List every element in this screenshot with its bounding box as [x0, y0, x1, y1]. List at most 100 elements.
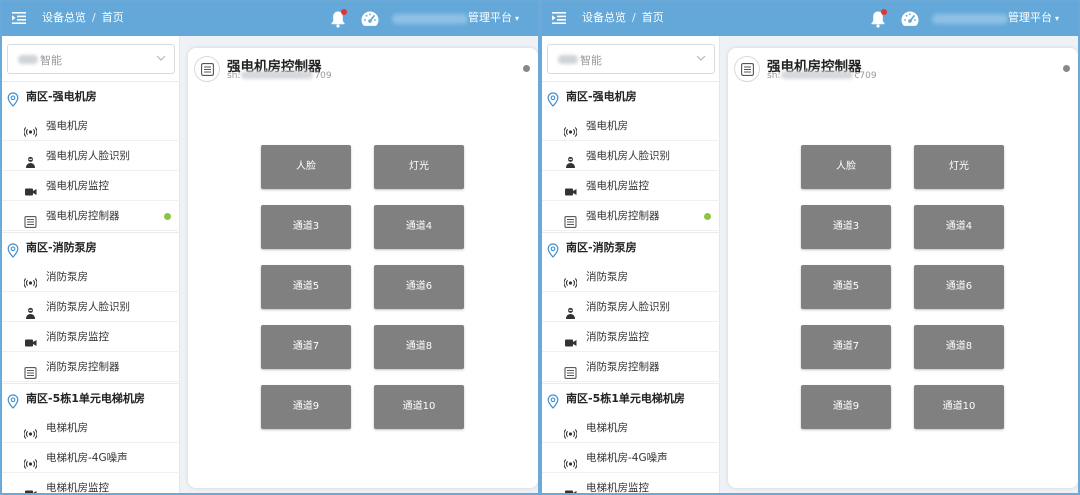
- platform-menu[interactable]: 管理平台 ▾: [468, 11, 519, 26]
- sidebar-item-label: 电梯机房: [46, 422, 88, 434]
- channel-button[interactable]: 通道6: [914, 265, 1004, 309]
- sidebar-item[interactable]: 电梯机房: [542, 413, 720, 443]
- platform-label: 管理平台: [1008, 11, 1052, 24]
- channel-button[interactable]: 灯光: [914, 145, 1004, 189]
- channel-button[interactable]: 人脸: [801, 145, 891, 189]
- sidebar-item[interactable]: 消防泵房人脸识别: [542, 292, 720, 322]
- channel-button[interactable]: 通道5: [801, 265, 891, 309]
- breadcrumb-home[interactable]: 设备总览: [582, 11, 626, 24]
- channel-button[interactable]: 通道10: [914, 385, 1004, 429]
- username-redacted: [932, 14, 1008, 24]
- sidebar-item[interactable]: 消防泵房: [2, 262, 180, 292]
- sidebar-item[interactable]: 强电机房人脸识别: [2, 141, 180, 171]
- sidebar-group-title[interactable]: 南区-5栋1单元电梯机房: [542, 383, 720, 413]
- channel-button[interactable]: 通道8: [374, 325, 464, 369]
- menu-fold-icon[interactable]: [552, 11, 566, 25]
- broadcast-icon: [563, 452, 578, 469]
- location-pin-icon: [547, 89, 559, 107]
- sidebar-item-label: 强电机房控制器: [586, 210, 660, 222]
- channel-button[interactable]: 通道9: [261, 385, 351, 429]
- top-bar: 设备总览 / 首页 管理平台 ▾: [2, 2, 538, 36]
- broadcast-icon: [563, 271, 578, 288]
- channel-button[interactable]: 通道7: [261, 325, 351, 369]
- sidebar-group-title[interactable]: 南区-消防泵房: [2, 232, 180, 262]
- sidebar-item[interactable]: 消防泵房控制器: [542, 352, 720, 382]
- camera-icon: [564, 482, 577, 493]
- sidebar-group-label: 南区-强电机房: [566, 90, 637, 103]
- sidebar-item-label: 强电机房控制器: [46, 210, 120, 222]
- channel-button[interactable]: 灯光: [374, 145, 464, 189]
- camera-icon: [24, 482, 37, 493]
- sidebar-item[interactable]: 消防泵房人脸识别: [2, 292, 180, 322]
- sidebar-item-label: 消防泵房人脸识别: [586, 301, 670, 313]
- channel-button[interactable]: 通道10: [374, 385, 464, 429]
- sidebar-group-title[interactable]: 南区-强电机房: [542, 81, 720, 111]
- channel-button[interactable]: 通道7: [801, 325, 891, 369]
- channel-button[interactable]: 通道4: [374, 205, 464, 249]
- platform-menu[interactable]: 管理平台 ▾: [1008, 11, 1059, 26]
- notification-button[interactable]: [870, 9, 887, 28]
- channel-button[interactable]: 通道8: [914, 325, 1004, 369]
- sidebar-item[interactable]: 消防泵房: [542, 262, 720, 292]
- channel-button[interactable]: 通道9: [801, 385, 891, 429]
- sidebar-item-label: 消防泵房控制器: [46, 361, 120, 373]
- sn-prefix: sn:: [767, 71, 781, 81]
- platform-label: 管理平台: [468, 11, 512, 24]
- chevron-down-icon: [156, 55, 166, 61]
- sidebar-item[interactable]: 强电机房: [2, 111, 180, 141]
- username-redacted: [392, 14, 468, 24]
- sidebar-item-label: 电梯机房监控: [46, 482, 109, 494]
- breadcrumb-home[interactable]: 设备总览: [42, 11, 86, 24]
- sidebar-item[interactable]: 电梯机房: [2, 413, 180, 443]
- face-recognition-icon: [24, 301, 37, 319]
- dashboard-gauge-icon[interactable]: [360, 10, 380, 28]
- channel-button[interactable]: 通道6: [374, 265, 464, 309]
- project-selector[interactable]: 智能: [7, 44, 175, 74]
- sidebar-item[interactable]: 电梯机房监控: [542, 473, 720, 493]
- sidebar-item[interactable]: 强电机房监控: [2, 171, 180, 201]
- breadcrumb-current[interactable]: 首页: [642, 11, 664, 24]
- screen-left: 设备总览 / 首页 管理平台 ▾ 智能 南区-强电机房 强电机房 强电机房人脸识…: [0, 0, 540, 495]
- caret-down-icon: ▾: [1055, 14, 1060, 23]
- selector-redacted: [558, 55, 578, 64]
- sidebar-item[interactable]: 强电机房: [542, 111, 720, 141]
- notification-button[interactable]: [330, 9, 347, 28]
- sidebar-item[interactable]: 消防泵房监控: [2, 322, 180, 352]
- sidebar-item-label: 强电机房监控: [46, 180, 109, 192]
- sidebar-item[interactable]: 电梯机房-4G噪声: [2, 443, 180, 473]
- breadcrumb-separator: /: [632, 11, 636, 24]
- broadcast-icon: [23, 120, 38, 137]
- sidebar-item[interactable]: 强电机房人脸识别: [542, 141, 720, 171]
- channel-button[interactable]: 通道5: [261, 265, 351, 309]
- sidebar-item[interactable]: 消防泵房监控: [542, 322, 720, 352]
- face-recognition-icon: [564, 150, 577, 168]
- sidebar-item-label: 强电机房人脸识别: [46, 150, 130, 162]
- project-selector[interactable]: 智能: [547, 44, 715, 74]
- sidebar-item-label: 电梯机房: [586, 422, 628, 434]
- sidebar-item[interactable]: 强电机房控制器: [542, 201, 720, 231]
- sn-prefix: sn:: [227, 71, 241, 81]
- sidebar-item[interactable]: 强电机房控制器: [2, 201, 180, 231]
- sidebar-item-label: 强电机房: [46, 120, 88, 132]
- sidebar-group-title[interactable]: 南区-5栋1单元电梯机房: [2, 383, 180, 413]
- breadcrumb: 设备总览 / 首页: [582, 11, 664, 25]
- sidebar-item-label: 消防泵房监控: [586, 331, 649, 343]
- sidebar-item[interactable]: 电梯机房-4G噪声: [542, 443, 720, 473]
- menu-fold-icon[interactable]: [12, 11, 26, 25]
- breadcrumb: 设备总览 / 首页: [42, 11, 124, 25]
- controller-avatar: [194, 56, 220, 82]
- channel-button[interactable]: 通道4: [914, 205, 1004, 249]
- dashboard-gauge-icon[interactable]: [900, 10, 920, 28]
- sidebar-item-label: 消防泵房监控: [46, 331, 109, 343]
- serial-number: sn: 709: [227, 71, 332, 81]
- screen-right: 设备总览 / 首页 管理平台 ▾ 智能 南区-强电机房 强电机房 强电机房人脸识…: [540, 0, 1080, 495]
- channel-button[interactable]: 通道3: [801, 205, 891, 249]
- sidebar-item[interactable]: 消防泵房控制器: [2, 352, 180, 382]
- breadcrumb-current[interactable]: 首页: [102, 11, 124, 24]
- sidebar-group-title[interactable]: 南区-消防泵房: [542, 232, 720, 262]
- sidebar-item[interactable]: 强电机房监控: [542, 171, 720, 201]
- channel-button[interactable]: 人脸: [261, 145, 351, 189]
- sidebar-item[interactable]: 电梯机房监控: [2, 473, 180, 494]
- channel-button[interactable]: 通道3: [261, 205, 351, 249]
- sidebar-group-title[interactable]: 南区-强电机房: [2, 81, 180, 111]
